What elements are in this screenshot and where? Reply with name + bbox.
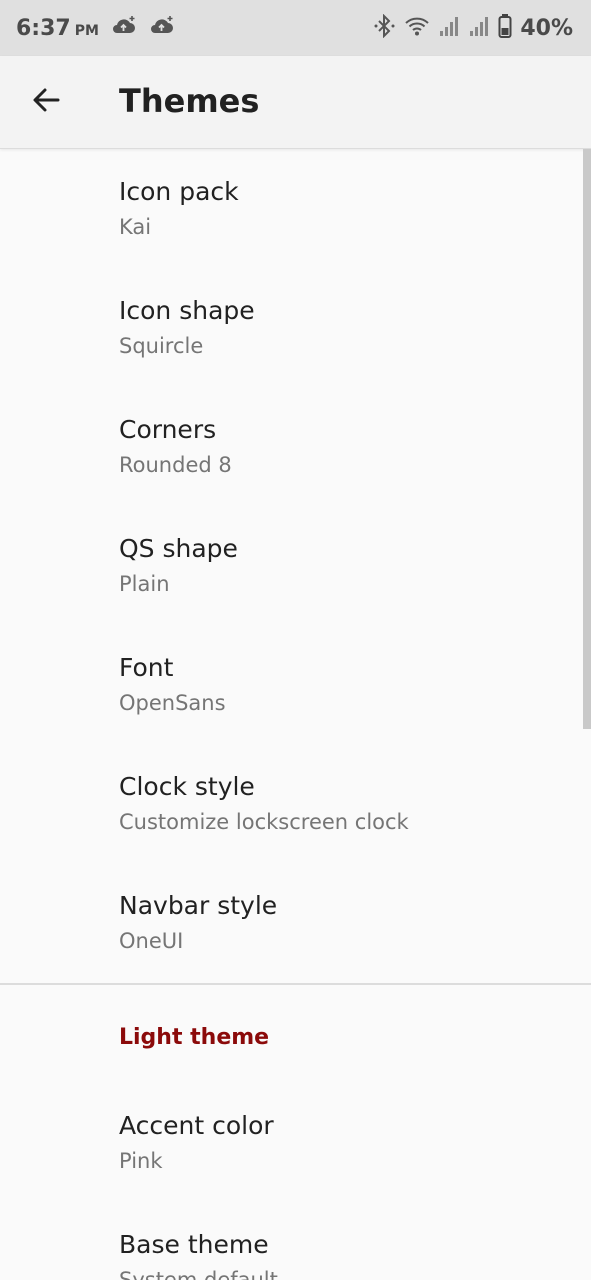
pref-title: Base theme xyxy=(119,1230,269,1259)
pref-base-theme[interactable]: Base theme System default xyxy=(0,1202,583,1280)
category-light-theme: Light theme xyxy=(119,1025,270,1050)
pref-summary: Squircle xyxy=(119,334,204,358)
bluetooth-icon xyxy=(374,13,396,42)
back-button[interactable] xyxy=(16,72,76,132)
battery-icon xyxy=(498,14,512,42)
pref-summary: OpenSans xyxy=(119,691,226,715)
pref-title: Navbar style xyxy=(119,891,278,920)
status-time: 6:37 PM xyxy=(16,16,99,41)
pref-summary: OneUI xyxy=(119,929,184,953)
pref-accent-color[interactable]: Accent color Pink xyxy=(0,1083,583,1202)
preferences-list: Icon pack Kai Icon shape Squircle Corner… xyxy=(0,149,591,1280)
app-bar: Themes xyxy=(0,56,591,149)
pref-title: QS shape xyxy=(119,534,238,563)
pref-clock-style[interactable]: Clock style Customize lockscreen clock xyxy=(0,744,583,863)
pref-title: Icon shape xyxy=(119,296,255,325)
pref-summary: Customize lockscreen clock xyxy=(119,810,409,834)
wifi-icon xyxy=(404,15,430,41)
pref-icon-pack[interactable]: Icon pack Kai xyxy=(0,149,583,268)
pref-summary: Pink xyxy=(119,1149,163,1173)
pref-summary: Rounded 8 xyxy=(119,453,232,477)
signal-icon xyxy=(438,15,460,41)
arrow-back-icon xyxy=(31,85,61,119)
pref-navbar-style[interactable]: Navbar style OneUI xyxy=(0,863,583,982)
pref-summary: Kai xyxy=(119,215,152,239)
signal-icon xyxy=(468,15,490,41)
status-bar: 6:37 PM 40% xyxy=(0,0,591,56)
pref-title: Font xyxy=(119,653,174,682)
ampm-text: PM xyxy=(74,22,99,39)
page-title: Themes xyxy=(119,82,260,120)
pref-title: Corners xyxy=(119,415,217,444)
pref-font[interactable]: Font OpenSans xyxy=(0,625,583,744)
pref-corners[interactable]: Corners Rounded 8 xyxy=(0,387,583,506)
pref-summary: Plain xyxy=(119,572,170,596)
time-text: 6:37 xyxy=(16,15,71,41)
pref-qs-shape[interactable]: QS shape Plain xyxy=(0,506,583,625)
cloud-upload-icon xyxy=(149,15,175,41)
section-divider xyxy=(0,983,591,985)
status-left: 6:37 PM xyxy=(16,15,175,41)
pref-title: Accent color xyxy=(119,1111,274,1140)
battery-percent: 40% xyxy=(520,15,573,41)
status-right: 40% xyxy=(374,13,573,42)
pref-title: Clock style xyxy=(119,772,255,801)
cloud-upload-icon xyxy=(111,15,137,41)
pref-summary: System default xyxy=(119,1268,278,1280)
pref-icon-shape[interactable]: Icon shape Squircle xyxy=(0,268,583,387)
pref-title: Icon pack xyxy=(119,177,239,206)
